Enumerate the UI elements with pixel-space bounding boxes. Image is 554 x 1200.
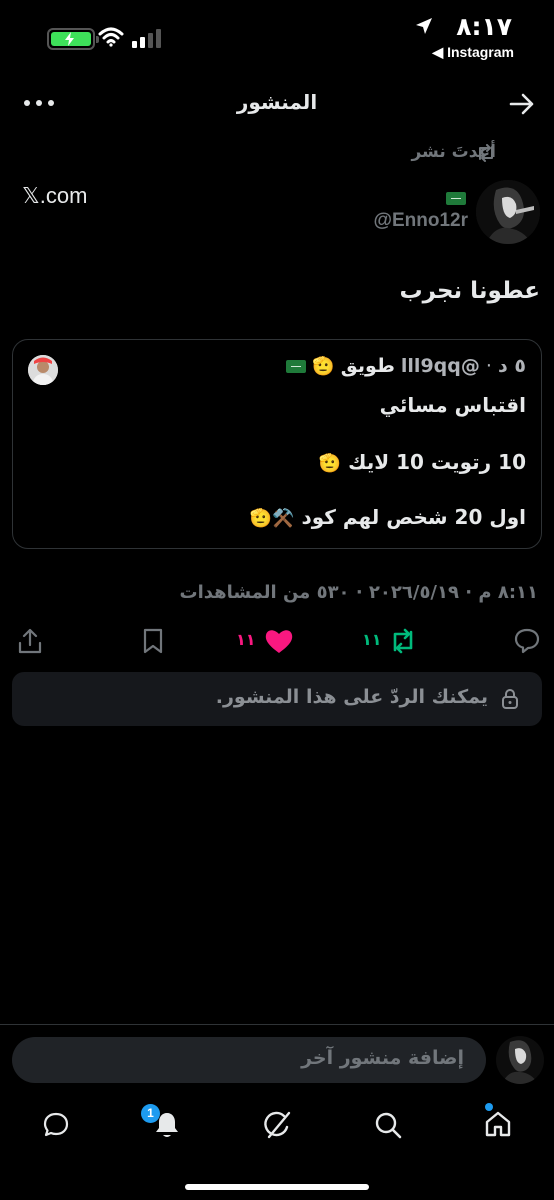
quoted-time: ٥ د [498,355,526,377]
lock-icon [502,689,518,709]
add-post-placeholder: إضافة منشور آخر [301,1047,464,1069]
grok-slash-icon [264,1111,291,1139]
post-text: عطونا نجرب [399,278,540,304]
repost-count: ١١ [362,630,382,649]
author-avatar[interactable] [476,180,540,244]
avatar-photo [476,180,540,244]
quoted-line-3-row: اول 20 شخص لهم كود ⚒️🫡 [250,505,526,529]
composer-avatar[interactable] [496,1036,544,1084]
home-icon [485,1111,511,1137]
saudi-flag-emoji [446,192,466,205]
arrow-right-icon [509,93,534,115]
cellular-signal-icon [132,29,161,48]
post-timestamp-views: ٨:١١ م · ٢٠٢٦/٥/١٩ · ٥٣٠ من المشاهدات [179,582,538,603]
like-button[interactable]: ١١ [236,627,296,655]
share-button[interactable] [17,627,43,655]
quoted-avatar[interactable] [28,355,58,385]
page-title: المنشور [236,90,318,114]
home-indicator [185,1184,369,1190]
back-to-app-link[interactable]: ◀ Instagram [432,44,514,61]
hammer-pick-emoji: ⚒️ [272,508,295,529]
x-com-link[interactable]: 𝕏.com [22,183,87,209]
saudi-flag-emoji [286,360,307,373]
reply-button[interactable] [513,627,541,655]
quoted-line-3: اول 20 شخص لهم كود [301,505,526,529]
quoted-line-2: 10 رتويت 10 لايك [348,450,526,474]
quoted-handle[interactable]: @lll9qq [401,355,480,377]
repost-button[interactable]: ١١ [362,627,422,655]
avatar-photo [496,1036,544,1084]
composer-divider [0,1024,554,1025]
home-new-dot [485,1103,493,1111]
quoted-line-1: اقتباس مسائي [379,393,526,417]
salute-emoji: 🫡 [249,508,273,529]
reply-bubble-icon [514,628,540,654]
reposted-label: أعدتَ نشر [411,142,496,162]
bookmark-icon [143,628,163,654]
location-arrow-icon [416,18,432,34]
repost-active-icon [393,628,413,654]
quoted-post-meta: ٥ د · @lll9qq طويق 🫡 [286,355,526,377]
quoted-line-2-row: 10 رتويت 10 لايك 🫡 [319,450,526,474]
wifi-icon [98,27,124,47]
quoted-name[interactable]: طويق [341,355,395,377]
message-bubble-icon [43,1112,69,1137]
like-count: ١١ [236,630,256,649]
nav-search[interactable] [373,1110,403,1140]
charging-bolt-icon [65,32,74,46]
battery-icon [47,28,99,50]
search-icon [375,1112,402,1139]
salute-emoji: 🫡 [312,356,335,377]
nav-grok[interactable] [262,1110,292,1140]
nav-messages[interactable] [42,1111,70,1139]
salute-emoji: 🫡 [318,453,342,474]
author-handle[interactable]: @Enno12r [373,210,468,232]
share-icon [18,628,42,654]
heart-filled-icon [265,630,293,653]
reply-restriction-text: يمكنك الردّ على هذا المنشور. [215,686,488,708]
quoted-avatar-photo [28,355,58,385]
status-time: ٨:١٧ [456,12,512,41]
notifications-badge: 1 [141,1104,160,1123]
nav-home[interactable] [483,1109,513,1139]
back-button[interactable] [508,90,536,118]
bookmark-button[interactable] [141,627,165,655]
